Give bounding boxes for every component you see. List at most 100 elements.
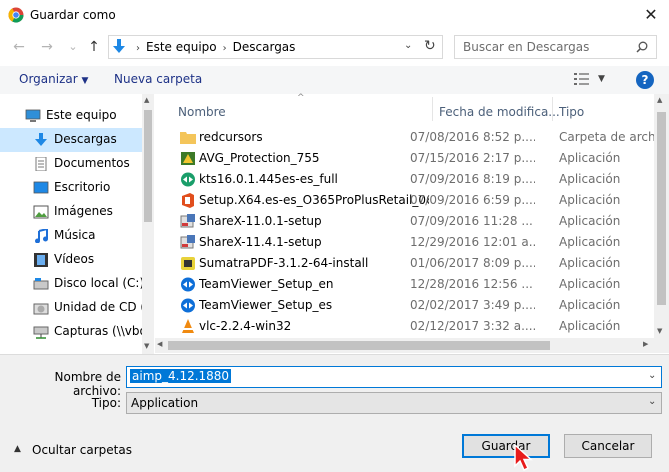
hide-folders-button[interactable]: Ocultar carpetas: [32, 443, 132, 457]
sidebar-item-label: Escritorio: [54, 180, 111, 194]
file-date: 07/09/2016 11:28 ...: [410, 214, 533, 228]
search-input[interactable]: Buscar en Descargas: [463, 40, 589, 54]
teamviewer-icon: [181, 277, 195, 292]
type-label: Tipo:: [91, 396, 121, 410]
network-drive-icon: [33, 326, 49, 339]
file-list-vscrollbar-thumb[interactable]: [657, 112, 666, 305]
search-icon[interactable]: [636, 41, 648, 53]
sidebar-item-label: Vídeos: [54, 252, 95, 266]
file-date: 01/06/2017 8:09 p....: [410, 256, 535, 270]
file-row[interactable]: ShareX-11.0.1-setup 07/09/2016 11:28 ... A…: [170, 211, 654, 232]
pictures-icon: [33, 205, 49, 219]
recent-locations-button[interactable]: ⌄: [64, 38, 82, 56]
file-name: kts16.0.1.445es-es_full: [199, 172, 338, 186]
scroll-right-icon[interactable]: ▶: [643, 340, 648, 348]
file-date: 02/02/2017 3:49 p....: [410, 298, 535, 312]
file-row[interactable]: SumatraPDF-3.1.2-64-install 01/06/2017 8:…: [170, 253, 654, 274]
column-header-date[interactable]: Fecha de modifica...: [433, 97, 560, 121]
sidebar-item-1[interactable]: Este equipo: [0, 104, 142, 128]
breadcrumb-este-equipo[interactable]: Este equipo: [146, 40, 217, 54]
file-name: redcursors: [199, 130, 263, 144]
installer-icon: [180, 214, 195, 228]
sidebar-item-2[interactable]: Descargas: [0, 128, 142, 152]
back-button[interactable]: ←: [10, 38, 28, 56]
file-row[interactable]: ShareX-11.4.1-setup 12/29/2016 12:01 a...…: [170, 232, 654, 253]
sidebar-item-6[interactable]: Música: [0, 224, 142, 248]
sidebar-item-label: Música: [54, 228, 96, 242]
file-date: 07/15/2016 2:17 p....: [410, 151, 535, 165]
filename-input[interactable]: aimp_4.12.1880: [130, 369, 232, 383]
file-row[interactable]: TeamViewer_Setup_en 12/28/2016 12:56 ... A…: [170, 274, 654, 295]
sidebar-item-label: Imágenes: [54, 204, 113, 218]
desktop-icon: [33, 181, 49, 194]
office-icon: [182, 193, 194, 208]
close-button[interactable]: ✕: [640, 4, 662, 26]
sidebar-item-label: Capturas (\\vbox: [54, 324, 142, 338]
file-row[interactable]: AVG_Protection_755 07/15/2016 2:17 p.... A…: [170, 148, 654, 169]
sumatra-icon: [181, 257, 195, 270]
file-type: Carpeta de archivos: [559, 130, 654, 144]
scroll-left-icon[interactable]: ◀: [157, 340, 162, 348]
refresh-icon[interactable]: ↻: [424, 38, 436, 54]
sidebar-item-9[interactable]: Unidad de CD (D: [0, 296, 142, 320]
view-dropdown-icon[interactable]: ▼: [598, 74, 605, 84]
file-name: ShareX-11.4.1-setup: [199, 235, 322, 249]
file-date: 12/29/2016 12:01 a...: [410, 235, 535, 249]
scroll-down-icon[interactable]: ▼: [657, 327, 662, 335]
scroll-down-icon[interactable]: ▼: [144, 342, 149, 350]
music-icon: [35, 229, 48, 243]
chevron-up-icon[interactable]: ▲: [14, 444, 21, 454]
file-date: 07/09/2016 6:59 p....: [410, 193, 535, 207]
file-row[interactable]: TeamViewer_Setup_es 02/02/2017 3:49 p....…: [170, 295, 654, 316]
nav-scrollbar-thumb[interactable]: [144, 110, 152, 222]
file-name: TeamViewer_Setup_en: [199, 277, 334, 291]
file-name: vlc-2.2.4-win32: [199, 319, 292, 333]
new-folder-button[interactable]: Nueva carpeta: [114, 72, 202, 86]
chrome-icon: [8, 7, 24, 23]
sidebar-item-7[interactable]: Vídeos: [0, 248, 142, 272]
scroll-up-icon[interactable]: ▲: [144, 96, 149, 104]
file-row[interactable]: kts16.0.1.445es-es_full 07/09/2016 8:19 p…: [170, 169, 654, 190]
up-folder-button[interactable]: ↑: [85, 38, 103, 56]
file-type-value: Application: [131, 396, 199, 410]
view-options-icon[interactable]: [574, 73, 590, 85]
file-date: 07/08/2016 8:52 p....: [410, 130, 535, 144]
sidebar-item-5[interactable]: Imágenes: [0, 200, 142, 224]
file-type: Aplicación: [559, 256, 621, 270]
file-name: SumatraPDF-3.1.2-64-install: [199, 256, 369, 270]
breadcrumb-descargas[interactable]: Descargas: [233, 40, 296, 54]
column-header-type[interactable]: Tipo: [553, 97, 654, 121]
file-name: TeamViewer_Setup_es: [199, 298, 333, 312]
organize-button[interactable]: Organizar ▼: [19, 72, 88, 86]
documents-icon: [35, 157, 47, 171]
column-header-name[interactable]: Nombre: [170, 97, 433, 121]
sidebar-item-8[interactable]: Disco local (C:): [0, 272, 142, 296]
cancel-button[interactable]: Cancelar: [564, 434, 652, 458]
file-row[interactable]: Setup.X64.es-es_O365ProPlusRetail_065b..…: [170, 190, 654, 211]
teamviewer-icon: [181, 298, 195, 313]
file-type: Aplicación: [559, 214, 621, 228]
filename-dropdown-icon[interactable]: ⌄: [648, 370, 656, 381]
file-name: AVG_Protection_755: [199, 151, 320, 165]
file-list-hscrollbar-thumb[interactable]: [168, 341, 550, 350]
file-type: Aplicación: [559, 151, 621, 165]
scroll-up-icon[interactable]: ▲: [657, 96, 662, 104]
sidebar-item-3[interactable]: Documentos: [0, 152, 142, 176]
avg-icon: [181, 152, 195, 165]
file-row[interactable]: vlc-2.2.4-win32 02/12/2017 3:32 a.... Apli…: [170, 316, 654, 337]
file-type-select[interactable]: [126, 392, 662, 414]
sidebar-item-4[interactable]: Escritorio: [0, 176, 142, 200]
file-name: ShareX-11.0.1-setup: [199, 214, 322, 228]
mouse-cursor-icon: [514, 444, 533, 472]
computer-icon: [25, 109, 41, 122]
sidebar-item-10[interactable]: Capturas (\\vbox: [0, 320, 142, 344]
file-type-dropdown-icon[interactable]: ⌄: [648, 396, 656, 407]
installer-icon: [180, 235, 195, 249]
sidebar-item-label: Descargas: [54, 132, 117, 146]
forward-button[interactable]: →: [38, 38, 56, 56]
cd-drive-icon: [33, 303, 49, 315]
address-dropdown-icon[interactable]: ⌄: [404, 40, 412, 51]
file-row[interactable]: redcursors 07/08/2016 8:52 p.... Carpeta d…: [170, 127, 654, 148]
file-type: Aplicación: [559, 298, 621, 312]
help-button[interactable]: ?: [636, 71, 654, 89]
